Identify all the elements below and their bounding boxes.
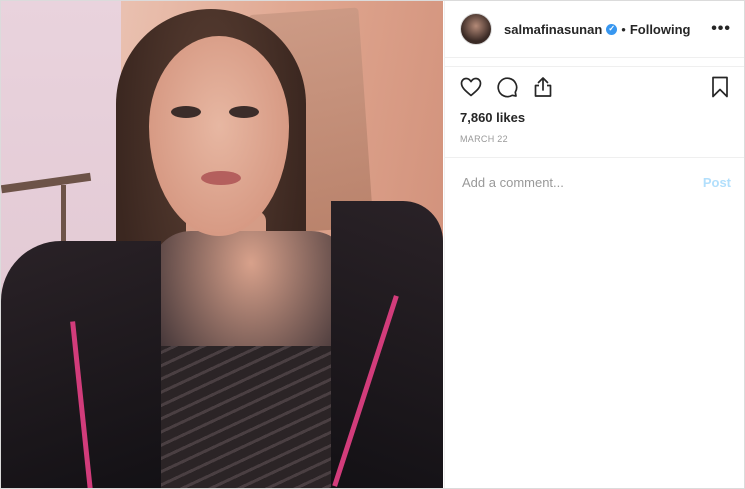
comment-input[interactable] xyxy=(460,174,703,191)
photo-eye-left xyxy=(171,106,201,118)
comment-button[interactable] xyxy=(494,74,520,100)
photo-jacket-left xyxy=(1,241,161,488)
comments-area xyxy=(445,58,744,67)
photo-lips xyxy=(201,171,241,185)
photo-background-stand-leg xyxy=(61,185,66,245)
username-link[interactable]: salmafinasunan xyxy=(504,22,602,37)
likes-count[interactable]: 7,860 likes xyxy=(445,107,744,129)
following-button[interactable]: Following xyxy=(630,22,691,37)
post-date[interactable]: MARCH 22 xyxy=(445,129,744,149)
share-button[interactable] xyxy=(530,74,556,100)
more-options-icon[interactable]: ••• xyxy=(711,21,731,37)
comment-icon xyxy=(497,77,518,98)
post-header: salmafinasunan ✓ • Following ••• xyxy=(445,1,744,58)
share-icon xyxy=(534,77,552,97)
post-comment-button[interactable]: Post xyxy=(703,175,731,190)
comment-form: Post xyxy=(445,157,744,207)
save-button[interactable] xyxy=(707,74,733,100)
action-bar xyxy=(445,67,744,107)
like-button[interactable] xyxy=(458,74,484,100)
photo-eye-right xyxy=(229,106,259,118)
header-separator: • xyxy=(621,21,626,37)
avatar[interactable] xyxy=(460,13,492,45)
post-photo[interactable] xyxy=(1,1,443,488)
post-side-panel: salmafinasunan ✓ • Following ••• 7,860 l… xyxy=(444,1,744,488)
instagram-post: salmafinasunan ✓ • Following ••• 7,860 l… xyxy=(0,0,745,489)
verified-badge-icon: ✓ xyxy=(606,23,618,35)
bookmark-icon xyxy=(712,76,728,98)
heart-icon xyxy=(460,77,482,97)
